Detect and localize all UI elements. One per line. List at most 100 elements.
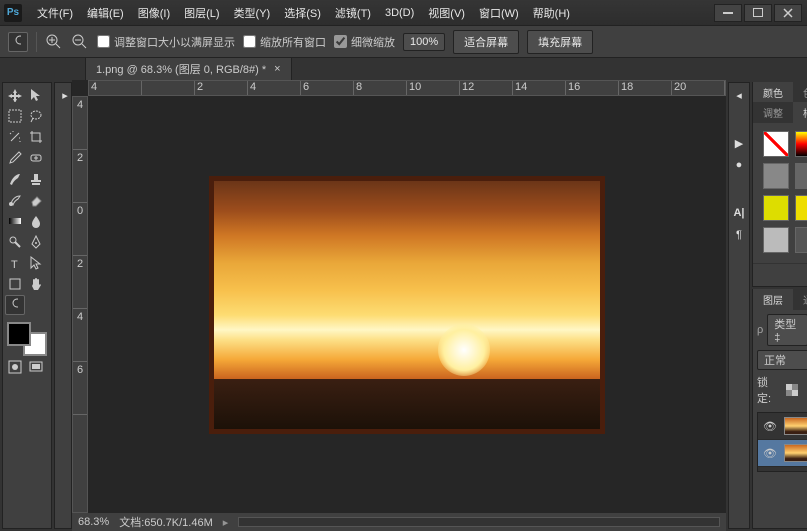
style-swatch[interactable] [763,131,789,157]
ruler-tick: 2 [195,81,248,95]
fill-screen-button[interactable]: 填充屏幕 [527,30,593,54]
collapse-arrow-icon[interactable]: ◂ [731,87,747,103]
ruler-tick: 0 [73,203,87,256]
wand-tool[interactable] [5,127,25,147]
zoom-out-icon[interactable] [71,33,89,51]
zoom-tool[interactable] [5,295,25,315]
menu-file[interactable]: 文件(F) [30,2,80,24]
tab-color[interactable]: 颜色 [753,82,793,103]
ruler-tick: 4 [89,81,142,95]
scrollbar-horizontal[interactable] [238,517,720,527]
ruler-tick: 4 [248,81,301,95]
crop-tool[interactable] [26,127,46,147]
ruler-tick: 14 [513,81,566,95]
ruler-tick: 12 [460,81,513,95]
scrubby-zoom-label: 细微缩放 [351,34,395,50]
dodge-tool[interactable] [5,232,25,252]
tab-styles[interactable]: 样式 [793,102,807,123]
arrow-tool[interactable] [26,85,46,105]
lasso-tool[interactable] [26,106,46,126]
healing-tool[interactable] [26,148,46,168]
screenmode-tool[interactable] [26,357,46,377]
layer-thumbnail[interactable] [784,417,807,435]
style-swatch[interactable] [763,227,789,253]
ruler-tick: 10 [407,81,460,95]
stamp-tool[interactable] [26,169,46,189]
ruler-tick: 6 [73,362,87,415]
fit-screen-button[interactable]: 适合屏幕 [453,30,519,54]
visibility-icon[interactable]: 👁 [762,420,778,433]
style-swatch[interactable] [763,195,789,221]
style-swatch[interactable] [795,163,807,189]
character-icon[interactable]: A| [731,205,747,221]
scrubby-zoom-checkbox[interactable]: 细微缩放 [334,34,395,50]
gradient-tool[interactable] [5,211,25,231]
resize-window-label: 调整窗口大小以满屏显示 [114,34,235,50]
move-tool[interactable] [5,85,25,105]
ruler-tick [142,81,195,95]
close-tab-icon[interactable]: × [274,63,280,75]
shape-tool[interactable] [5,274,25,294]
tab-swatches[interactable]: 色板 [793,82,807,103]
close-button[interactable] [774,4,802,22]
blend-mode-select[interactable]: 正常‡ [757,350,807,370]
status-bar: 68.3% 文档:650.7K/1.46M ▸ [72,513,726,531]
style-swatch[interactable] [763,163,789,189]
marquee-tool[interactable] [5,106,25,126]
layer-thumbnail[interactable] [784,444,807,462]
layer-item[interactable]: 👁 图层 1 [758,413,807,440]
style-swatch[interactable] [795,195,807,221]
tab-layers[interactable]: 图层 [753,289,793,310]
menu-type[interactable]: 类型(Y) [227,2,278,24]
canvas-viewport[interactable] [88,96,726,513]
paragraph-icon[interactable]: ¶ [731,227,747,243]
document-image [209,176,605,434]
type-tool[interactable]: T [5,253,25,273]
document-tab[interactable]: 1.png @ 68.3% (图层 0, RGB/8#) * × [85,57,292,80]
status-zoom: 68.3% [78,516,109,528]
pen-tool[interactable] [26,232,46,252]
zoom-100-button[interactable]: 100% [403,33,445,51]
ruler-tick: 2 [73,256,87,309]
brush-tool[interactable] [5,169,25,189]
menu-help[interactable]: 帮助(H) [526,2,577,24]
foreground-color[interactable] [7,322,31,346]
menu-layer[interactable]: 图层(L) [177,2,226,24]
lock-trans-icon[interactable] [783,380,801,400]
style-swatch[interactable] [795,131,807,157]
quickmask-tool[interactable] [5,357,25,377]
play-icon[interactable]: ▶ [731,135,747,151]
menu-select[interactable]: 选择(S) [277,2,328,24]
resize-window-checkbox[interactable]: 调整窗口大小以满屏显示 [97,34,235,50]
style-swatch[interactable] [795,227,807,253]
menu-window[interactable]: 窗口(W) [472,2,526,24]
hand-tool[interactable] [26,274,46,294]
zoom-all-label: 缩放所有窗口 [260,34,326,50]
layer-item[interactable]: 👁 图层 0 [758,440,807,467]
tab-adjust[interactable]: 调整 [753,102,793,123]
eyedropper-tool[interactable] [5,148,25,168]
minimize-button[interactable] [714,4,742,22]
blur-tool[interactable] [26,211,46,231]
color-swatches[interactable] [5,322,49,356]
record-icon[interactable]: ● [731,157,747,173]
current-tool-icon[interactable] [8,32,28,52]
layer-filter-select[interactable]: 类型 ‡ [767,314,807,346]
history-brush-tool[interactable] [5,190,25,210]
maximize-button[interactable] [744,4,772,22]
layer-list: 👁 图层 1 👁 图层 0 [757,412,807,472]
zoom-all-checkbox[interactable]: 缩放所有窗口 [243,34,326,50]
layers-panel: 图层 通道 路径 ▾≡ ρ 类型 ‡ T [752,289,807,529]
menu-filter[interactable]: 滤镜(T) [328,2,378,24]
menu-image[interactable]: 图像(I) [131,2,177,24]
zoom-in-icon[interactable] [45,33,63,51]
menu-edit[interactable]: 编辑(E) [80,2,131,24]
path-select-tool[interactable] [26,253,46,273]
visibility-icon[interactable]: 👁 [762,447,778,460]
toolbox: T [2,82,52,529]
menu-3d[interactable]: 3D(D) [378,4,421,22]
ruler-horizontal: 4 2 4 6 8 10 12 14 16 18 20 [88,80,726,96]
menu-view[interactable]: 视图(V) [421,2,472,24]
eraser-tool[interactable] [26,190,46,210]
tab-channels[interactable]: 通道 [793,289,807,310]
